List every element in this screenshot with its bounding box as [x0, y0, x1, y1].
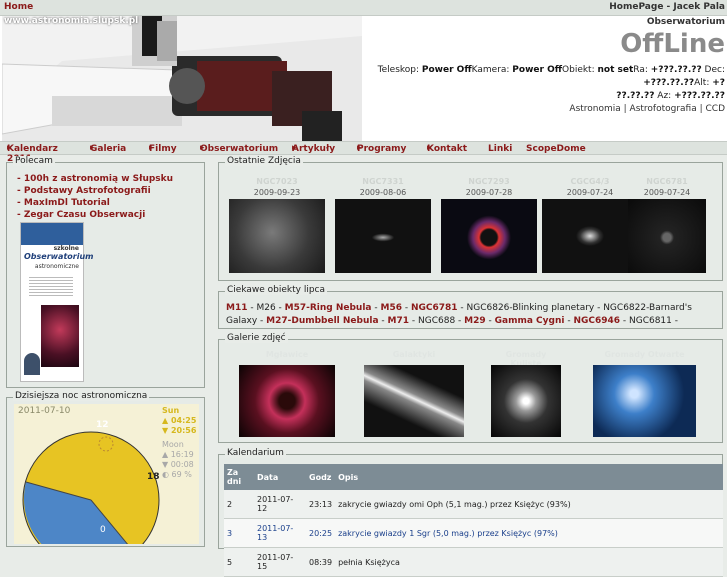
telescope-status: Teleskop: Power OffKamera: Power OffObie…: [377, 65, 725, 101]
menu-filmy[interactable]: Filmy ▸: [149, 143, 177, 154]
menu-galeria[interactable]: Galeria ▸: [90, 143, 126, 154]
recent-photos-title: Ostatnie Zdjęcia: [225, 156, 303, 166]
menu-kalendarz[interactable]: Kalendarz 2011 ▸: [7, 143, 58, 164]
recommend-item[interactable]: Zegar Czasu Obserwacji: [17, 209, 173, 221]
photo-thumb[interactable]: [229, 199, 325, 273]
object-link[interactable]: M29: [464, 316, 485, 326]
photo-thumb[interactable]: [441, 199, 537, 273]
night-panel: Dzisiejsza noc astronomiczna 2011-07-10 …: [6, 391, 205, 547]
table-row: 3 2011-07-13 20:25 zakrycie gwiazdy 1 Sgr (…: [224, 518, 723, 548]
telescope-photo: www.astronomia.slupsk.pl: [2, 16, 362, 141]
object-text: -: [401, 303, 411, 313]
table-row: 5 2011-07-15 08:39 pełnia Księżyca: [224, 547, 723, 577]
galleries-title: Galerie zdjęć: [225, 333, 288, 343]
object-text: -: [485, 316, 495, 326]
object-text: - NGC6811 -: [620, 316, 678, 326]
galleries-panel: Galerie zdjęć Mgławice Galaktyki Gromady…: [218, 333, 723, 443]
recent-photos-panel: Ostatnie Zdjęcia NGC7023 2009-09-23 NGC7…: [218, 156, 723, 281]
table-row: 2 2011-07-12 23:13 zakrycie gwiazdy omi Oph…: [224, 490, 723, 519]
sun-times: Sun ▲ 04:25 ▼ 20:56: [162, 406, 197, 435]
interesting-objects-title: Ciekawe obiekty lipca: [225, 285, 328, 295]
main-menu: Kalendarz 2011 ▸ Galeria ▸ Filmy ▸ Obser…: [0, 141, 727, 164]
menu-obserwatorium[interactable]: Obserwatorium ▸: [200, 143, 278, 154]
observatory-label: Obserwatorium: [646, 17, 725, 27]
recommend-item[interactable]: Podstawy Astrofotografii: [17, 185, 173, 197]
night-date: 2011-07-10: [18, 406, 71, 416]
gallery-galaxy-thumb[interactable]: [364, 365, 464, 437]
photo-thumb[interactable]: [335, 199, 431, 273]
object-link[interactable]: Gamma Cygni: [495, 316, 565, 326]
photo-thumb[interactable]: [628, 199, 706, 273]
moon-times: Moon ▲ 16:19 ▼ 00:08 ◐ 69 %: [162, 440, 194, 479]
recommend-item[interactable]: 100h z astronomią w Słupsku: [17, 173, 173, 185]
object-link[interactable]: NGC6946: [573, 316, 620, 326]
object-link[interactable]: M56: [380, 303, 401, 313]
site-name: www.astronomia.slupsk.pl: [4, 16, 139, 26]
calendar-title: Kalendarium: [225, 448, 286, 458]
home-link[interactable]: Home: [4, 2, 33, 12]
offline-status: OffLine: [620, 29, 725, 59]
object-link[interactable]: NGC6781: [411, 303, 458, 313]
book-cover[interactable]: szkolne Obserwatorium astronomiczne: [20, 222, 94, 382]
recommend-item[interactable]: MaxImDl Tutorial: [17, 197, 173, 209]
menu-artykuly[interactable]: Artykuły ▸: [292, 143, 335, 154]
object-link[interactable]: M11: [226, 303, 247, 313]
interesting-objects-list: M11 - M26 - M57-Ring Nebula - M56 - NGC6…: [226, 302, 721, 328]
interesting-objects-panel: Ciekawe obiekty lipca M11 - M26 - M57-Ri…: [218, 285, 723, 329]
gallery-nebula-thumb[interactable]: [239, 365, 335, 437]
section-links[interactable]: Astronomia | Astrofotografia | CCD: [569, 104, 725, 114]
object-text: -: [378, 316, 388, 326]
recommend-title: Polecam: [13, 156, 55, 166]
calendar-panel: Kalendarium Za dni Data Godz Opis 2 2011-…: [218, 448, 723, 577]
object-link[interactable]: M71: [388, 316, 409, 326]
object-link[interactable]: M27-Dumbbell Nebula: [266, 316, 378, 326]
night-clock: 2011-07-10 12 18 0 Sun ▲ 04:25 ▼ 20:56 M…: [14, 404, 199, 544]
object-text: - NGC688 -: [409, 316, 465, 326]
object-link[interactable]: M57-Ring Nebula: [285, 303, 372, 313]
photo-thumb[interactable]: [542, 199, 638, 273]
menu-kontakt[interactable]: Kontakt ▸: [427, 143, 467, 154]
homepage-owner-link[interactable]: HomePage - Jacek Pala: [609, 2, 725, 12]
header: www.astronomia.slupsk.pl Obserwatorium O…: [0, 16, 727, 141]
object-text: - M26 -: [247, 303, 285, 313]
recommend-panel: Polecam 100h z astronomią w Słupsku Pods…: [6, 156, 205, 388]
menu-programy[interactable]: Programy ▸: [357, 143, 406, 154]
calendar-table: Za dni Data Godz Opis 2 2011-07-12 23:13 za…: [224, 464, 723, 577]
gallery-globular-thumb[interactable]: [491, 365, 561, 437]
gallery-open-cluster-thumb[interactable]: [593, 365, 696, 437]
night-title: Dzisiejsza noc astronomiczna: [13, 391, 150, 401]
top-bar: Home HomePage - Jacek Pala: [0, 0, 727, 16]
